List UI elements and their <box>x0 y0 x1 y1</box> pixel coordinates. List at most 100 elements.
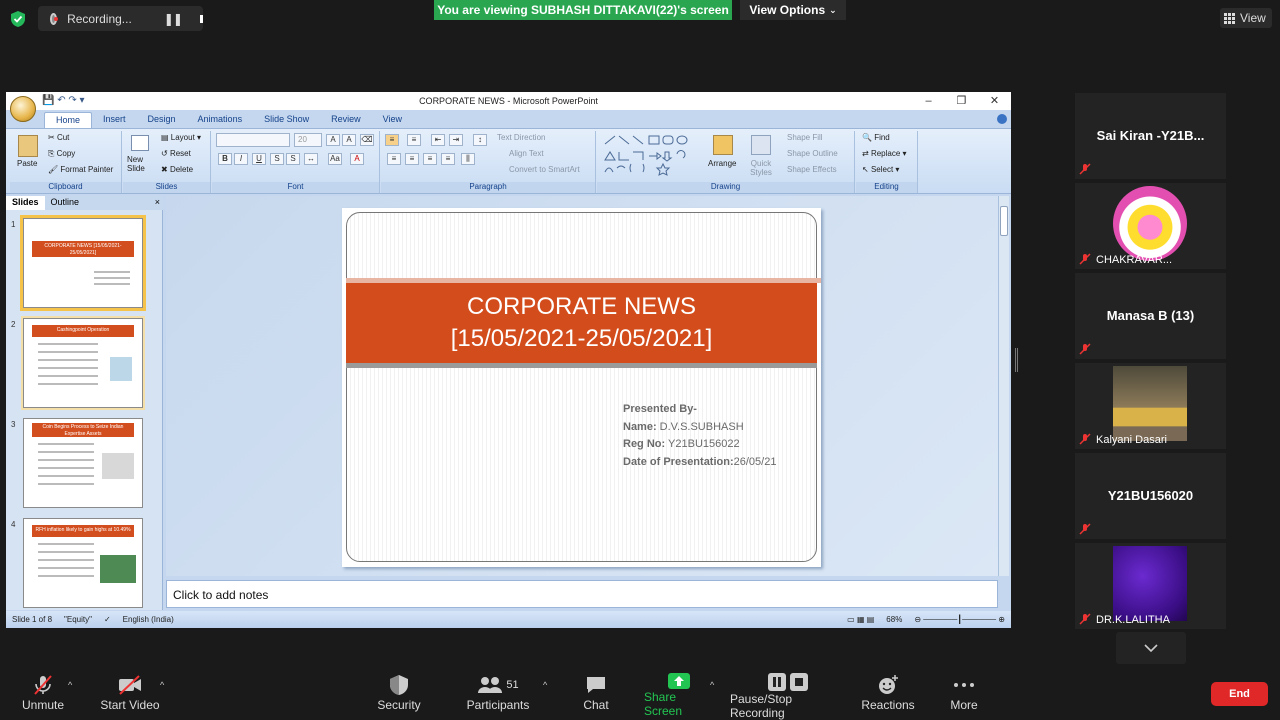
align-right-icon[interactable]: ≡ <box>423 153 437 165</box>
paste-icon[interactable] <box>18 135 38 157</box>
participant-tile-4[interactable]: Kalyani Dasari <box>1075 363 1226 449</box>
quick-styles-button[interactable]: Quick Styles <box>745 159 777 177</box>
tab-view[interactable]: View <box>372 112 413 128</box>
unmute-button[interactable]: Unmute <box>18 672 68 717</box>
tab-review[interactable]: Review <box>320 112 372 128</box>
view-buttons[interactable]: ▭ ▦ ▤ <box>841 615 880 624</box>
bullets-icon[interactable]: ≡ <box>385 134 399 146</box>
shape-effects-button[interactable]: Shape Effects <box>787 165 837 174</box>
grow-font-icon[interactable]: A <box>326 134 340 146</box>
presenter-block[interactable]: Presented By- Name: D.V.S.SUBHASH Reg No… <box>623 401 776 471</box>
participant-tile-5[interactable]: Y21BU156020 <box>1075 453 1226 539</box>
decrease-indent-icon[interactable]: ⇤ <box>431 134 445 146</box>
start-video-button[interactable]: Start Video <box>98 672 162 717</box>
shadow-icon[interactable]: S <box>286 153 300 165</box>
tab-slide-show[interactable]: Slide Show <box>253 112 320 128</box>
participant-tile-3[interactable]: Manasa B (13) <box>1075 273 1226 359</box>
layout-button[interactable]: ▤ Layout ▾ <box>161 133 201 142</box>
paste-button[interactable]: Paste <box>17 159 37 168</box>
restore-icon[interactable]: ❐ <box>945 92 978 110</box>
align-text-button[interactable]: Align Text <box>509 149 544 158</box>
office-button-icon[interactable] <box>10 96 36 122</box>
shield-check-icon[interactable] <box>10 10 26 28</box>
share-screen-button[interactable]: Share Screen <box>644 672 714 718</box>
pause-recording-icon[interactable]: ❚❚ <box>164 12 183 26</box>
reset-button[interactable]: ↺ Reset <box>161 149 191 158</box>
justify-icon[interactable]: ≡ <box>441 153 455 165</box>
tab-design[interactable]: Design <box>137 112 187 128</box>
spellcheck-icon[interactable]: ✓ <box>98 615 117 624</box>
notes-area[interactable]: Click to add notes <box>166 580 998 608</box>
increase-indent-icon[interactable]: ⇥ <box>449 134 463 146</box>
shape-fill-button[interactable]: Shape Fill <box>787 133 823 142</box>
shapes-gallery-icon[interactable] <box>603 134 699 176</box>
share-options-caret[interactable]: ^ <box>710 680 714 690</box>
participant-tile-2[interactable]: CHAKRAVAR... <box>1075 183 1226 269</box>
tab-home[interactable]: Home <box>44 112 93 128</box>
align-center-icon[interactable]: ≡ <box>405 153 419 165</box>
shrink-font-icon[interactable]: A <box>342 134 356 146</box>
participants-button[interactable]: 51 Participants <box>466 672 530 717</box>
slide-thumbnail-2[interactable]: Cashingpoint Operation <box>21 316 145 410</box>
arrange-button[interactable]: Arrange <box>708 159 736 168</box>
participant-tile-6[interactable]: DR.K.LALITHA <box>1075 543 1226 629</box>
slide-thumbnail-4[interactable]: RFH inflation likely to gain highs at 10… <box>23 518 143 608</box>
video-options-caret[interactable]: ^ <box>160 680 164 690</box>
tab-insert[interactable]: Insert <box>92 112 137 128</box>
line-spacing-icon[interactable]: ↕ <box>473 134 487 146</box>
more-button[interactable]: More <box>944 672 984 717</box>
new-slide-icon[interactable] <box>131 135 149 151</box>
zoom-slider[interactable]: ⊖ ──────┃────── ⊕ <box>908 615 1011 624</box>
font-name-field[interactable] <box>216 133 290 147</box>
columns-icon[interactable]: ⫼ <box>461 153 475 165</box>
tab-slides[interactable]: Slides <box>6 196 45 210</box>
convert-smartart-button[interactable]: Convert to SmartArt <box>509 165 580 174</box>
stop-recording-icon[interactable] <box>199 14 203 23</box>
underline-icon[interactable]: U <box>252 153 266 165</box>
audio-options-caret[interactable]: ^ <box>68 680 72 690</box>
tab-animations[interactable]: Animations <box>187 112 254 128</box>
view-options-button[interactable]: View Options ⌄ <box>740 0 846 20</box>
help-icon[interactable] <box>997 114 1007 124</box>
copy-button[interactable]: ⎘ Copy <box>48 149 75 159</box>
italic-icon[interactable]: I <box>234 153 248 165</box>
reactions-button[interactable]: Reactions <box>861 672 915 717</box>
format-painter-button[interactable]: 🖌 Format Painter <box>48 165 113 174</box>
delete-button[interactable]: ✖ Delete <box>161 165 193 174</box>
tab-outline[interactable]: Outline <box>45 196 86 210</box>
slide-title[interactable]: CORPORATE NEWS [15/05/2021-25/05/2021] <box>346 283 817 363</box>
align-left-icon[interactable]: ≡ <box>387 153 401 165</box>
security-button[interactable]: Security <box>374 672 424 717</box>
change-case-icon[interactable]: Aa <box>328 153 342 165</box>
new-slide-button[interactable]: New Slide <box>127 155 155 173</box>
select-button[interactable]: ↖ Select ▾ <box>862 165 899 174</box>
participant-tile-1[interactable]: Sai Kiran -Y21B... <box>1075 93 1226 179</box>
scroll-thumb[interactable] <box>1000 206 1008 236</box>
end-meeting-button[interactable]: End <box>1211 682 1268 706</box>
vertical-scrollbar[interactable] <box>998 196 1009 576</box>
clear-format-icon[interactable]: ⌫ <box>360 134 374 146</box>
close-pane-icon[interactable]: × <box>149 196 163 210</box>
pause-stop-recording-button[interactable]: Pause/Stop Recording <box>730 672 846 720</box>
strikethrough-icon[interactable]: S <box>270 153 284 165</box>
close-icon[interactable]: ✕ <box>978 92 1011 110</box>
current-slide[interactable]: CORPORATE NEWS [15/05/2021-25/05/2021] P… <box>342 208 821 567</box>
arrange-icon[interactable] <box>713 135 733 155</box>
find-button[interactable]: 🔍 Find <box>862 133 890 142</box>
replace-button[interactable]: ⇄ Replace ▾ <box>862 149 907 158</box>
chat-button[interactable]: Chat <box>576 672 616 717</box>
quick-access-toolbar[interactable]: 💾 ↶ ↷ ▾ <box>42 95 85 106</box>
minimize-icon[interactable]: – <box>912 92 945 110</box>
numbering-icon[interactable]: ≡ <box>407 134 421 146</box>
view-button[interactable]: View <box>1220 8 1272 28</box>
shape-outline-button[interactable]: Shape Outline <box>787 149 838 158</box>
font-color-icon[interactable]: A <box>350 153 364 165</box>
slide-thumbnail-1[interactable]: CORPORATE NEWS [15/05/2021-25/05/2021] <box>20 215 146 311</box>
gallery-next-button[interactable] <box>1116 632 1186 664</box>
text-direction-button[interactable]: Text Direction <box>497 133 545 142</box>
bold-icon[interactable]: B <box>218 153 232 165</box>
panel-resize-handle[interactable] <box>1015 348 1018 372</box>
participants-options-caret[interactable]: ^ <box>543 680 547 690</box>
font-size-field[interactable]: 20 <box>294 133 322 147</box>
quick-styles-icon[interactable] <box>751 135 771 155</box>
